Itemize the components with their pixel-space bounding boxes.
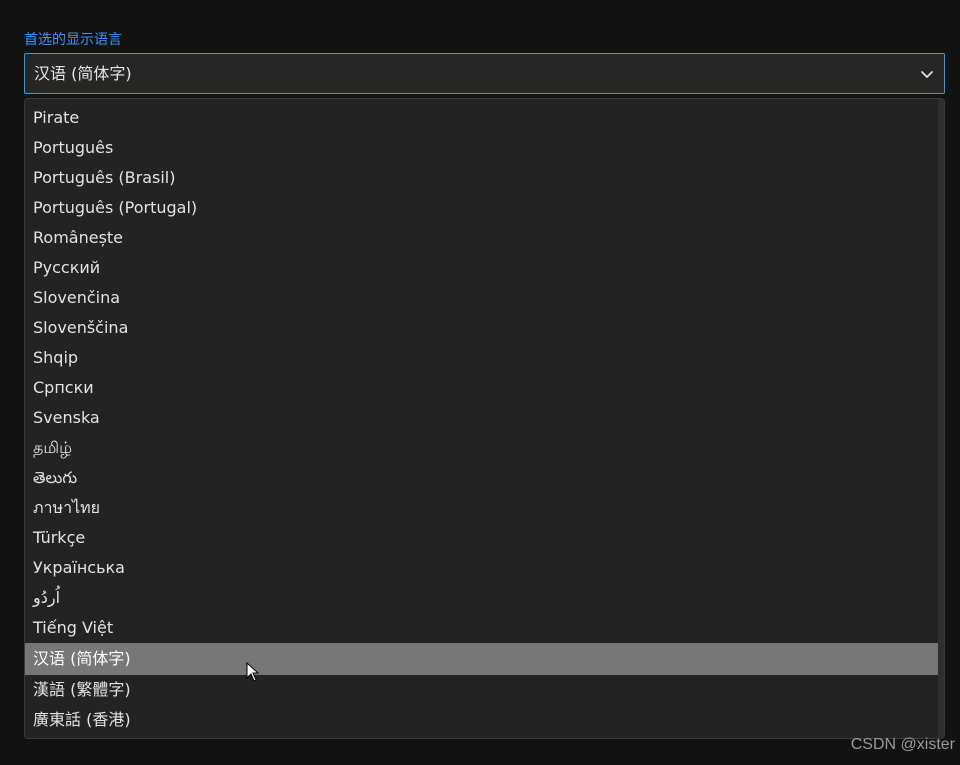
list-item[interactable]: Русский [25, 253, 938, 283]
list-item[interactable]: Tiếng Việt [25, 613, 938, 643]
language-dropdown-list[interactable]: Pirate Português Português (Brasil) Portugu… [24, 98, 945, 739]
list-item[interactable]: Português (Brasil) [25, 163, 938, 193]
list-item[interactable]: اُردُو [25, 583, 938, 613]
watermark: CSDN @xister [850, 736, 955, 753]
list-item[interactable]: 漢語 (繁體字) [25, 675, 938, 705]
list-item[interactable]: Українська [25, 553, 938, 583]
list-item[interactable]: Português [25, 133, 938, 163]
list-item[interactable]: Türkçe [25, 523, 938, 553]
list-item-selected[interactable]: 汉语 (简体字) [25, 643, 938, 675]
chevron-down-icon[interactable] [920, 67, 934, 81]
list-item[interactable]: Svenska [25, 403, 938, 433]
list-item[interactable]: తెలుగు [25, 463, 938, 493]
list-item[interactable]: 廣東話 (香港) [25, 705, 938, 735]
list-item[interactable]: Slovenščina [25, 313, 938, 343]
list-item[interactable]: Pirate [25, 103, 938, 133]
list-item[interactable]: ภาษาไทย [25, 493, 938, 523]
list-item[interactable]: Português (Portugal) [25, 193, 938, 223]
scrollbar[interactable] [938, 99, 944, 738]
select-value: 汉语 (简体字) [34, 64, 132, 83]
list-item[interactable]: Shqip [25, 343, 938, 373]
list-item[interactable]: Slovenčina [25, 283, 938, 313]
mouse-cursor-icon [246, 662, 260, 682]
list-item[interactable]: Српски [25, 373, 938, 403]
field-label: 首选的显示语言 [24, 32, 122, 48]
language-select[interactable]: 汉语 (简体字) [24, 53, 945, 94]
list-item[interactable]: தமிழ் [25, 433, 938, 463]
list-item[interactable]: Românește [25, 223, 938, 253]
